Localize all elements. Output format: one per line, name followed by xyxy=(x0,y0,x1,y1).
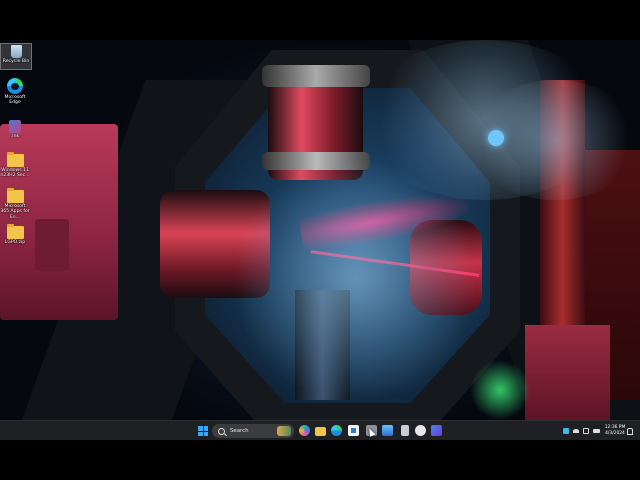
start-button[interactable] xyxy=(198,426,208,436)
folder-icon xyxy=(6,152,24,167)
wallpaper-block xyxy=(525,325,610,420)
folder-icon xyxy=(6,188,24,203)
battery-icon[interactable] xyxy=(593,429,600,433)
recycle-bin-icon xyxy=(10,45,22,58)
search-highlight-icon xyxy=(277,426,291,436)
letterbox-top xyxy=(0,0,640,40)
desktop-icon-edge[interactable]: Microsoft Edge xyxy=(0,78,30,106)
wallpaper-glow xyxy=(470,360,530,420)
desktop-icon-label: Microsoft Edge xyxy=(4,95,26,106)
taskbar-app-icon[interactable] xyxy=(382,425,393,436)
wallpaper-ring xyxy=(262,65,370,87)
taskbar-app-icon[interactable] xyxy=(401,425,409,436)
desktop-icon-folder-m365[interactable]: Microsoft 365 Apps for En... xyxy=(0,188,30,220)
desktop-icon-label: Windows 11 n23H2 Sec... xyxy=(0,168,30,179)
edge-icon xyxy=(7,78,23,94)
tray-app-icon[interactable] xyxy=(563,428,569,434)
app-shortcut-icon xyxy=(9,120,21,133)
desktop-icon-shortcut[interactable]: .lnk xyxy=(0,120,30,139)
volume-icon[interactable] xyxy=(583,428,589,434)
windows-logo-icon xyxy=(198,426,203,431)
wallpaper-smoke xyxy=(230,160,480,400)
copilot-icon[interactable] xyxy=(299,425,310,436)
clock-date[interactable]: 4/3/2024 xyxy=(600,431,630,436)
wifi-icon[interactable] xyxy=(573,429,579,433)
folder-icon xyxy=(6,224,24,239)
store-icon[interactable] xyxy=(348,425,359,436)
taskbar: Search 12:36 PM 4/3/2024 xyxy=(0,420,640,441)
desktop-icon-label: LGPO.zip xyxy=(4,240,26,245)
desktop-icon-folder-windows11[interactable]: Windows 11 n23H2 Sec... xyxy=(0,152,30,179)
search-icon xyxy=(218,427,225,435)
wallpaper-light xyxy=(488,130,504,146)
windows-logo-icon xyxy=(203,431,208,436)
desktop-icon-recycle-bin[interactable]: Recycle Bin xyxy=(0,43,32,70)
desktop-icon-label: .lnk xyxy=(10,134,20,139)
file-explorer-icon[interactable] xyxy=(315,427,326,436)
windows-logo-icon xyxy=(203,426,208,431)
desktop-icon-folder-lgpo[interactable]: LGPO.zip xyxy=(0,224,30,245)
edge-icon[interactable] xyxy=(331,425,342,436)
windows-logo-icon xyxy=(198,431,203,436)
taskbar-app-icon[interactable] xyxy=(415,425,426,436)
desktop-icon-label: Microsoft 365 Apps for En... xyxy=(0,204,30,220)
desktop-icon-label: Recycle Bin xyxy=(2,59,30,64)
letterbox-bottom xyxy=(0,440,640,480)
clock-time[interactable]: 12:36 PM xyxy=(600,425,630,430)
desktop[interactable] xyxy=(0,40,640,420)
notification-bell-icon[interactable] xyxy=(627,428,633,435)
taskbar-search-box[interactable]: Search xyxy=(212,424,294,438)
search-placeholder: Search xyxy=(230,428,249,434)
taskbar-app-icon[interactable] xyxy=(431,425,442,436)
